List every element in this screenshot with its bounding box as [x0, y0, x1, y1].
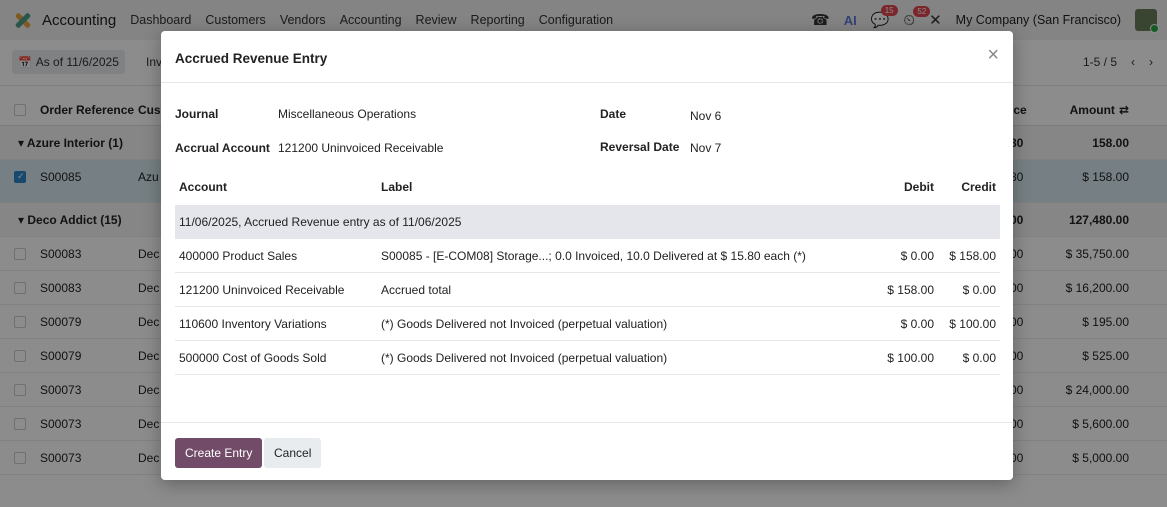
lines-header: Account Label Debit Credit: [175, 171, 1000, 205]
accrued-revenue-dialog: Accrued Revenue Entry × Journal Miscella…: [161, 31, 1013, 480]
journal-lines-table: Account Label Debit Credit 11/06/2025, A…: [175, 171, 1000, 375]
line-debit: $ 100.00: [887, 351, 934, 365]
line-account: 500000 Cost of Goods Sold: [179, 351, 327, 365]
section-row: 11/06/2025, Accrued Revenue entry as of …: [175, 205, 1000, 239]
reversal-date-label: Reversal Date: [600, 140, 680, 154]
line-credit: $ 100.00: [949, 317, 996, 331]
journal-line-row[interactable]: 400000 Product Sales S00085 - [E-COM08] S…: [175, 239, 1000, 273]
accrual-account-field[interactable]: 121200 Uninvoiced Receivable: [278, 141, 443, 155]
col-account: Account: [179, 180, 227, 194]
date-field[interactable]: Nov 6: [690, 109, 721, 123]
col-debit: Debit: [904, 180, 934, 194]
accrual-account-label: Accrual Account: [175, 141, 270, 155]
line-label: Accrued total: [381, 283, 452, 297]
line-credit: $ 0.00: [962, 351, 996, 365]
line-label: (*) Goods Delivered not Invoiced (perpet…: [381, 351, 668, 365]
line-credit: $ 0.00: [962, 283, 996, 297]
close-icon[interactable]: ×: [987, 45, 999, 65]
line-label: S00085 - [E-COM08] Storage...; 0.0 Invoi…: [381, 249, 806, 263]
line-account: 400000 Product Sales: [179, 249, 298, 263]
section-label: 11/06/2025, Accrued Revenue entry as of …: [179, 215, 462, 229]
journal-field[interactable]: Miscellaneous Operations: [278, 107, 416, 121]
line-debit: $ 158.00: [887, 283, 934, 297]
journal-label: Journal: [175, 107, 219, 121]
col-credit: Credit: [961, 180, 996, 194]
line-label: (*) Goods Delivered not Invoiced (perpet…: [381, 317, 668, 331]
cancel-button[interactable]: Cancel: [264, 438, 322, 468]
journal-line-row[interactable]: 500000 Cost of Goods Sold (*) Goods Deliv…: [175, 341, 1000, 375]
line-debit: $ 0.00: [900, 317, 934, 331]
date-label: Date: [600, 107, 627, 121]
dialog-footer: Create Entry Cancel: [161, 422, 1013, 480]
col-label: Label: [381, 180, 413, 194]
line-credit: $ 158.00: [949, 249, 996, 263]
create-entry-button[interactable]: Create Entry: [175, 438, 263, 468]
line-account: 121200 Uninvoiced Receivable: [179, 283, 345, 297]
dialog-header: Accrued Revenue Entry ×: [161, 31, 1013, 83]
line-debit: $ 0.00: [900, 249, 934, 263]
dialog-title: Accrued Revenue Entry: [175, 51, 328, 66]
lines-body: 400000 Product Sales S00085 - [E-COM08] S…: [175, 239, 1000, 375]
reversal-date-field[interactable]: Nov 7: [690, 141, 721, 155]
line-account: 110600 Inventory Variations: [179, 317, 327, 331]
journal-line-row[interactable]: 121200 Uninvoiced Receivable Accrued tota…: [175, 273, 1000, 307]
journal-line-row[interactable]: 110600 Inventory Variations (*) Goods Del…: [175, 307, 1000, 341]
